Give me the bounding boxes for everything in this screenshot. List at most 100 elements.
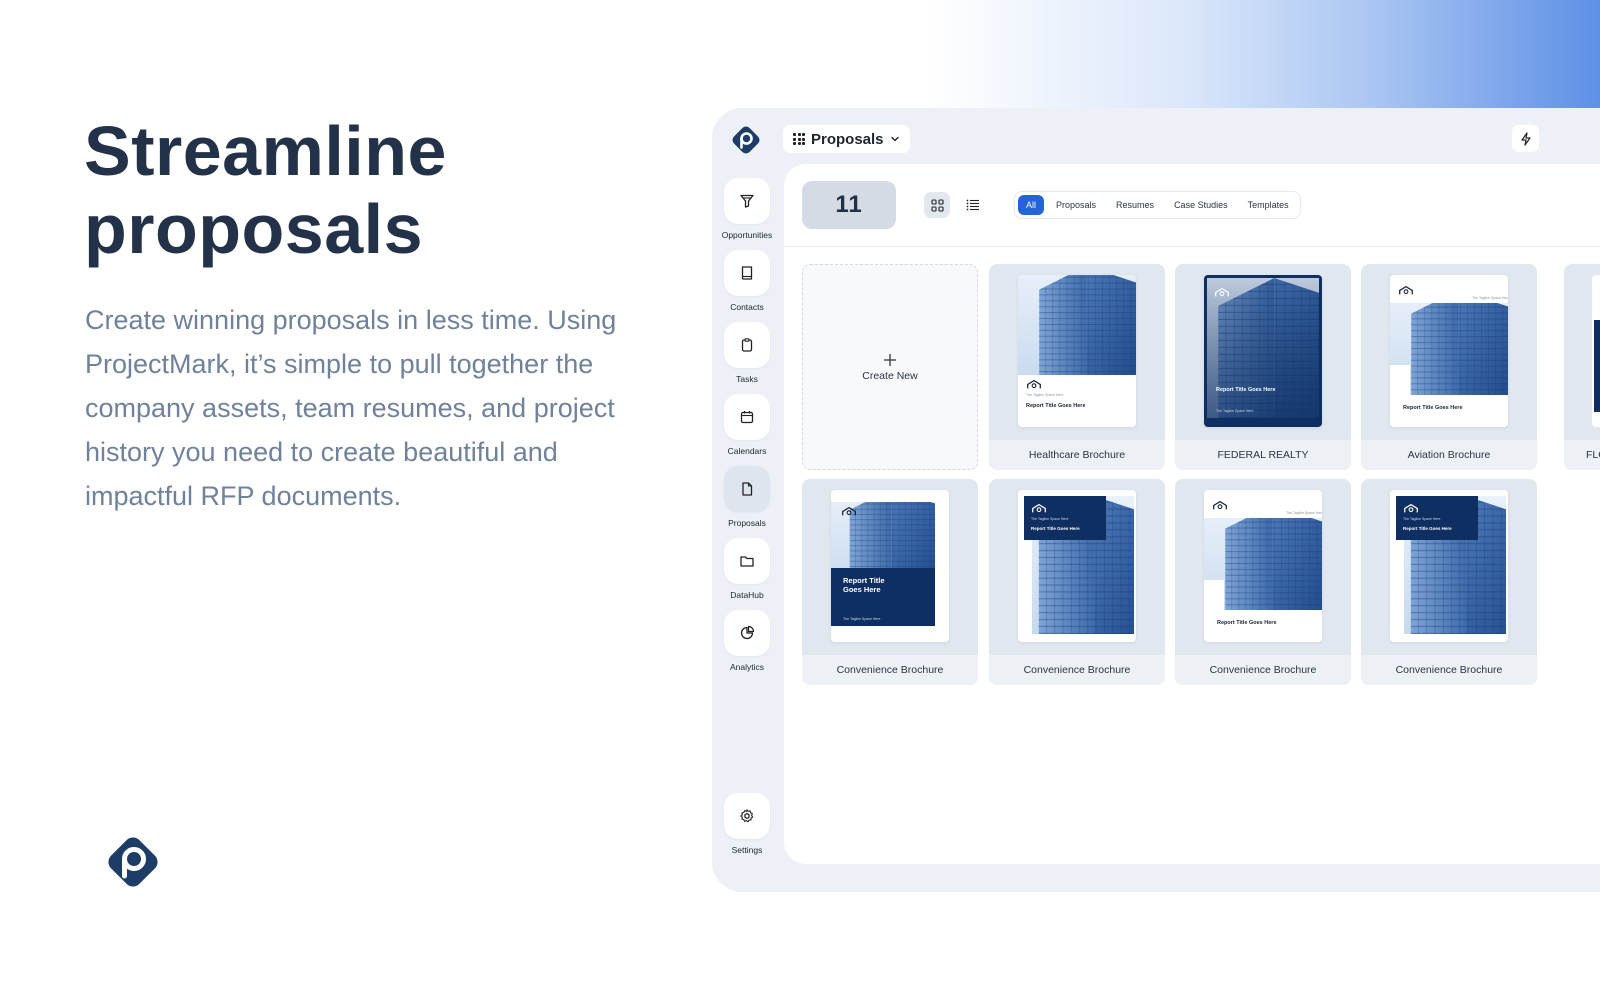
document-title: Report Title Goes Here [1403, 526, 1452, 531]
document-icon [742, 482, 753, 496]
bolt-icon [1520, 131, 1531, 146]
sidebar-item-settings[interactable]: Settings [724, 793, 770, 855]
card-label: Aviation Brochure [1361, 440, 1537, 470]
grid-view-toggle[interactable] [924, 192, 950, 218]
document-title: Report Title Goes Here [1031, 526, 1080, 531]
sidebar-item-label: Contacts [730, 302, 764, 312]
sidebar-item-opportunities[interactable]: Opportunities [722, 178, 772, 240]
pie-chart-icon [740, 625, 755, 640]
sidebar-item-label: Calendars [727, 446, 767, 456]
document-thumbnail: The Tagline Space Here Report Title Goes… [1018, 490, 1136, 642]
projectmark-logo-icon [108, 837, 158, 887]
create-new-label: Create New [862, 369, 918, 382]
card-label: FEDERAL REALTY [1175, 440, 1351, 470]
document-title: Report Title Goes Here [1217, 620, 1277, 626]
brand-mark-icon [842, 506, 856, 517]
filter-tabs: All Proposals Resumes Case Studies Templ… [1014, 191, 1301, 219]
quick-action-button[interactable] [1512, 125, 1539, 152]
funnel-icon [740, 194, 754, 208]
folder-icon [740, 556, 754, 567]
document-thumbnail: The Tagline Space Here Report Title Goes… [1390, 275, 1508, 427]
app-switcher-dropdown[interactable]: Proposals [783, 125, 910, 153]
sidebar-item-datahub[interactable]: DataHub [724, 538, 770, 600]
template-card-convenience-brochure-1[interactable]: Report Title Goes Here The Tagline Space… [802, 479, 978, 685]
document-accent [1594, 320, 1600, 412]
sidebar-item-label: Proposals [728, 518, 766, 528]
sidebar-button[interactable] [724, 250, 770, 296]
document-thumbnail: The Tagline Space Here Report Title Goes… [1204, 490, 1322, 642]
filter-tab-case-studies[interactable]: Case Studies [1166, 195, 1236, 215]
document-title: Report Title Goes Here [1403, 405, 1463, 411]
gear-icon [740, 809, 754, 823]
filter-tab-proposals[interactable]: Proposals [1048, 195, 1104, 215]
filter-tab-all[interactable]: All [1018, 195, 1045, 215]
card-label: Convenience Brochure [1175, 655, 1351, 685]
sidebar-item-label: Opportunities [721, 230, 773, 240]
sidebar-item-calendars[interactable]: Calendars [724, 394, 770, 456]
template-card-aviation-brochure[interactable]: The Tagline Space Here Report Title Goes… [1361, 264, 1537, 470]
sidebar-button[interactable] [724, 466, 770, 512]
template-card-federal-realty[interactable]: Report Title Goes Here The Tagline Space… [1175, 264, 1351, 470]
card-label: Convenience Brochure [802, 655, 978, 685]
sidebar-item-analytics[interactable]: Analytics [724, 610, 770, 672]
template-card-convenience-brochure-3[interactable]: The Tagline Space Here Report Title Goes… [1175, 479, 1351, 685]
hero-description: Create winning proposals in less time. U… [85, 305, 617, 511]
sidebar-item-label: Analytics [729, 662, 764, 672]
app-window: Proposals Opportunities Contacts Tasks C… [712, 108, 1600, 892]
app-switcher-label: Proposals [811, 130, 884, 148]
calendar-icon [740, 411, 754, 424]
template-card-convenience-brochure-2[interactable]: The Tagline Space Here Report Title Goes… [989, 479, 1165, 685]
document-title-line2: Goes Here [843, 585, 881, 594]
app-logo-icon[interactable] [729, 123, 763, 157]
card-label: Convenience Brochure [989, 655, 1165, 685]
card-label: FLC [1564, 440, 1600, 470]
create-new-card[interactable]: Create New [802, 264, 978, 470]
plus-icon [884, 353, 896, 366]
brand-mark-icon [1404, 503, 1418, 514]
sidebar-item-label: Settings [731, 845, 763, 855]
proposal-count-badge: 11 [802, 181, 896, 229]
sidebar-button[interactable] [724, 610, 770, 656]
list-view-icon [966, 199, 979, 211]
document-title: Report Title Goes Here [1216, 387, 1276, 393]
sidebar-button[interactable] [724, 394, 770, 440]
sidebar-button[interactable] [724, 178, 770, 224]
sidebar-button[interactable] [724, 538, 770, 584]
filter-tab-templates[interactable]: Templates [1240, 195, 1297, 215]
toolbar-divider [784, 246, 1600, 247]
list-view-toggle[interactable] [960, 192, 986, 218]
grid-view-icon [930, 198, 944, 212]
grid-icon [793, 133, 805, 145]
sidebar-item-label: Tasks [736, 374, 758, 384]
building-image [1018, 275, 1136, 375]
brand-mark-icon [1213, 500, 1227, 511]
hero-title-line2: proposals [84, 190, 424, 268]
top-gradient-banner [0, 0, 1600, 108]
document-thumbnail: Report Title Goes Here The Tagline Space… [1204, 275, 1322, 427]
document-thumbnail: Report Title Goes Here The Tagline Space… [831, 490, 949, 642]
brand-mark-icon [1032, 503, 1046, 514]
sidebar-button[interactable] [724, 793, 770, 839]
hero-title: Streamline proposals [84, 112, 604, 268]
template-card-convenience-brochure-4[interactable]: The Tagline Space Here Report Title Goes… [1361, 479, 1537, 685]
sidebar-item-contacts[interactable]: Contacts [724, 250, 770, 312]
sidebar-item-tasks[interactable]: Tasks [724, 322, 770, 384]
card-label: Convenience Brochure [1361, 655, 1537, 685]
document-title: Report Title Goes Here [1026, 403, 1086, 409]
document-thumbnail: The Tagline Space Here Report Title Goes… [1018, 275, 1136, 427]
document-thumbnail: The Tagline Space Here Report Title Goes… [1390, 490, 1508, 642]
book-icon [741, 266, 753, 280]
brand-mark-icon [1215, 287, 1229, 298]
brand-mark-icon [1399, 285, 1413, 296]
clipboard-icon [741, 338, 753, 352]
chevron-down-icon [890, 136, 899, 142]
sidebar-button[interactable] [724, 322, 770, 368]
sidebar-item-proposals[interactable]: Proposals [724, 466, 770, 528]
template-card-partial[interactable]: FLC [1564, 264, 1600, 470]
hero-title-line1: Streamline [84, 112, 447, 190]
template-card-healthcare-brochure[interactable]: The Tagline Space Here Report Title Goes… [989, 264, 1165, 470]
document-title-line1: Report Title [843, 576, 885, 585]
main-content-panel: 11 All Proposals Resumes Case Studies Te… [784, 164, 1600, 864]
card-label: Healthcare Brochure [989, 440, 1165, 470]
filter-tab-resumes[interactable]: Resumes [1108, 195, 1162, 215]
